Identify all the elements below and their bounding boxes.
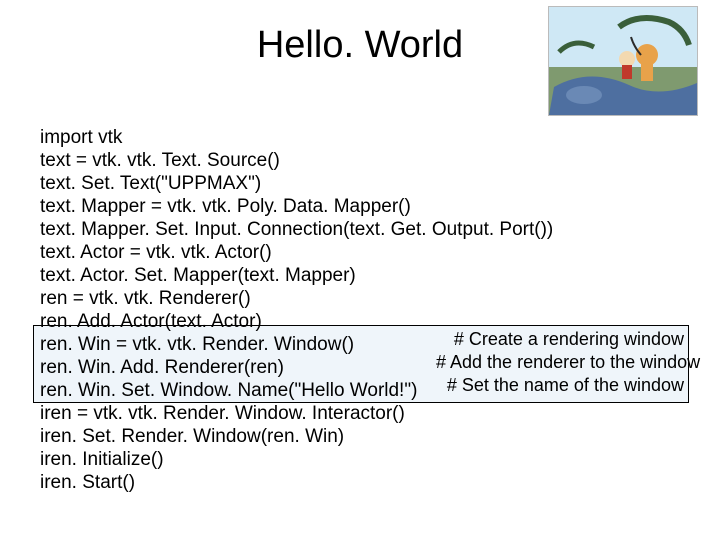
- code-line: import vtk: [40, 126, 553, 149]
- comment-line: # Create a rendering window: [436, 328, 684, 351]
- code-line: iren. Set. Render. Window(ren. Win): [40, 425, 553, 448]
- code-line: iren. Start(): [40, 471, 553, 494]
- calvin-hobbes-icon: [549, 7, 697, 115]
- comment-line: # Add the renderer to the window: [436, 351, 684, 374]
- code-line: ren = vtk. vtk. Renderer(): [40, 287, 553, 310]
- code-line: text. Mapper. Set. Input. Connection(tex…: [40, 218, 553, 241]
- code-line: text. Actor = vtk. vtk. Actor(): [40, 241, 553, 264]
- code-line: text = vtk. vtk. Text. Source(): [40, 149, 553, 172]
- code-line: text. Mapper = vtk. vtk. Poly. Data. Map…: [40, 195, 553, 218]
- decorative-image: [548, 6, 698, 116]
- code-comments: # Create a rendering window # Add the re…: [436, 328, 684, 397]
- code-block: import vtk text = vtk. vtk. Text. Source…: [40, 126, 553, 494]
- code-line: iren = vtk. vtk. Render. Window. Interac…: [40, 402, 553, 425]
- code-line: text. Actor. Set. Mapper(text. Mapper): [40, 264, 553, 287]
- code-line: iren. Initialize(): [40, 448, 553, 471]
- comment-line: # Set the name of the window: [436, 374, 684, 397]
- code-line: text. Set. Text("UPPMAX"): [40, 172, 553, 195]
